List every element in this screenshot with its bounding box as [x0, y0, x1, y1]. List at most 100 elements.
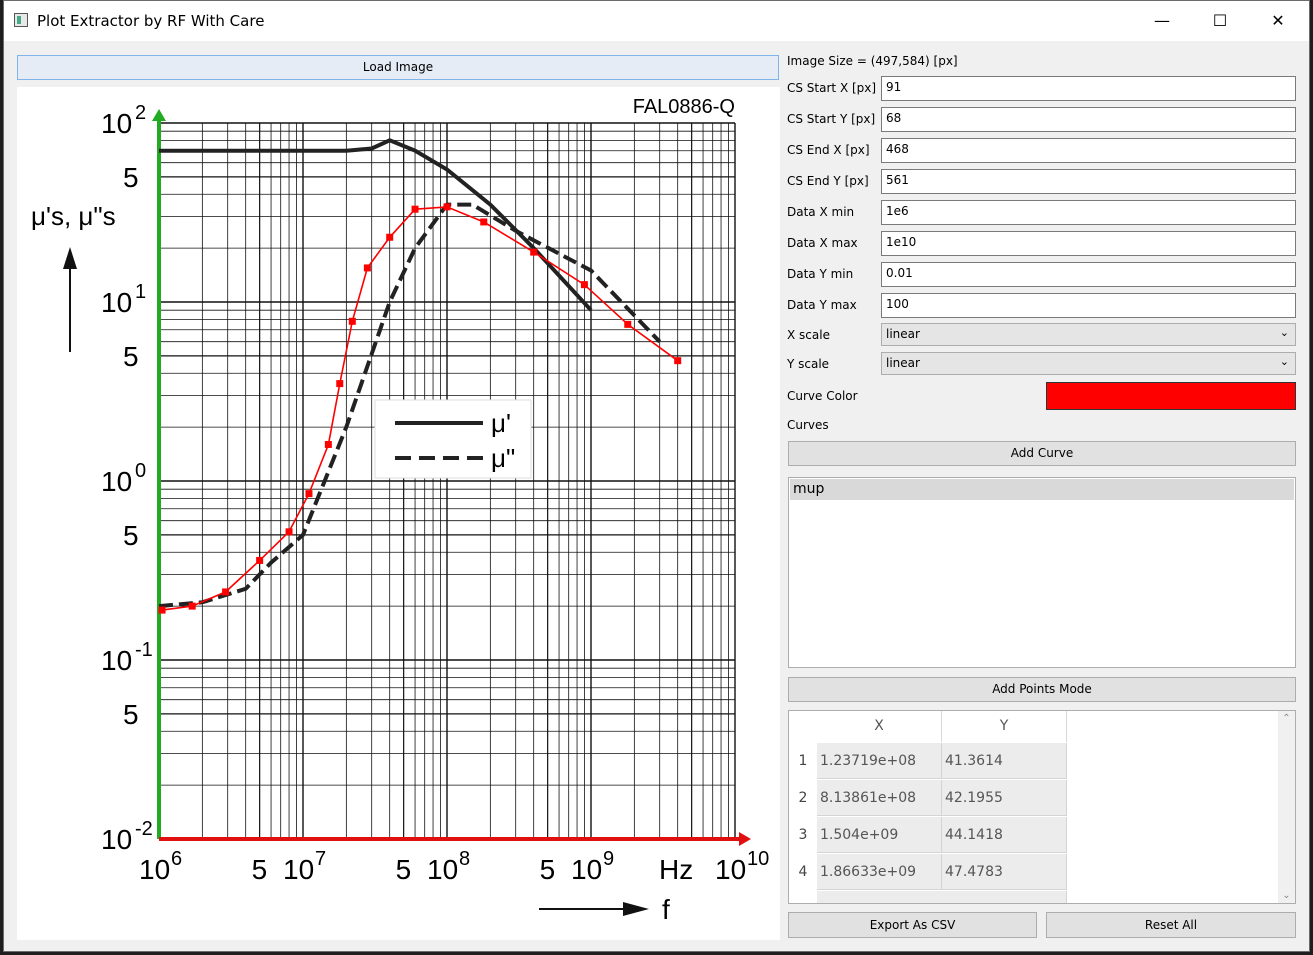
extracted-point	[324, 440, 332, 448]
table-cell-x[interactable]: 1.23719e+08	[817, 743, 942, 779]
row-header[interactable]: 3	[789, 817, 817, 854]
table-cell-x[interactable]: 8.13861e+08	[817, 780, 942, 816]
y-tick-label: 5	[123, 162, 139, 193]
x-tick-label: 10	[715, 854, 746, 885]
image-canvas[interactable]: μ' μ" FAL0886-Q 10 2 5 10 1 5 10 0 5 10 -1 5 10 -2 μ's, μ…	[17, 87, 780, 940]
extracted-point	[386, 233, 394, 241]
field-input[interactable]: 68	[881, 107, 1296, 132]
curves-list[interactable]: mup	[788, 477, 1296, 668]
y-scale-select[interactable]: linear ⌄	[881, 352, 1296, 375]
y-tick-exponent: -2	[135, 818, 153, 840]
extracted-point	[158, 606, 166, 614]
y-tick-label: 10	[101, 824, 132, 855]
extracted-point	[624, 320, 632, 328]
extracted-point	[580, 281, 588, 289]
field-input[interactable]: 561	[881, 169, 1296, 194]
reset-all-button[interactable]: Reset All	[1046, 912, 1296, 938]
image-logo: FAL0886-Q	[633, 96, 735, 118]
x-tick-exponent: 10	[747, 848, 769, 870]
extracted-point	[411, 205, 419, 213]
x-scale-value: linear	[886, 327, 920, 341]
curve-color-button[interactable]	[1046, 382, 1296, 410]
x-axis-arrow-icon	[739, 832, 751, 846]
maximize-button[interactable]: ☐	[1191, 1, 1249, 41]
close-button[interactable]: ✕	[1249, 1, 1307, 41]
y-tick-label: 5	[123, 699, 139, 730]
table-cell-y[interactable]: 44.1418	[942, 817, 1067, 853]
field-label: Data Y max	[787, 298, 857, 312]
table-cell-x[interactable]: 1.504e+09	[817, 817, 942, 853]
image-size-label: Image Size = (497,584) [px]	[787, 54, 958, 68]
x-tick-label: 10	[139, 854, 170, 885]
x-tick-exponent: 6	[171, 848, 182, 870]
mu-prime-curve	[159, 138, 593, 312]
y-tick-exponent: -1	[135, 639, 153, 661]
row-header[interactable]: 1	[789, 743, 817, 780]
add-points-mode-button[interactable]: Add Points Mode	[788, 677, 1296, 702]
points-table[interactable]: X Y 1 1.23719e+08 41.3614 2 8.13861e+08 42.19…	[788, 710, 1296, 904]
y-tick-label: 10	[101, 466, 132, 497]
table-cell-y[interactable]: 41.3614	[942, 743, 1067, 779]
field-label: CS End Y [px]	[787, 174, 869, 188]
x-tick-exponent: 7	[315, 848, 326, 870]
table-scrollbar[interactable]: ⌃ ⌄	[1278, 711, 1295, 903]
y-axis-label: μ's, μ"s	[31, 201, 116, 231]
y-axis-arrow-icon	[152, 109, 166, 121]
field-input[interactable]: 1e10	[881, 231, 1296, 256]
legend-label-mu-prime: μ'	[491, 408, 511, 438]
y-tick-label: 10	[101, 645, 132, 676]
field-input[interactable]: 100	[881, 293, 1296, 318]
field-label: CS End X [px]	[787, 143, 870, 157]
y-scale-value: linear	[886, 356, 920, 370]
x-axis-label: f	[662, 894, 670, 925]
y-tick-exponent: 2	[135, 102, 146, 124]
row-header[interactable]: 4	[789, 854, 817, 891]
field-input[interactable]: 1e6	[881, 200, 1296, 225]
x-tick-label: 10	[427, 854, 458, 885]
x-tick-label: 5	[396, 854, 412, 885]
add-curve-button[interactable]: Add Curve	[788, 441, 1296, 466]
scroll-up-icon[interactable]: ⌃	[1278, 713, 1295, 724]
up-arrow-icon	[63, 247, 77, 269]
x-tick-label: 5	[540, 854, 556, 885]
x-tick-exponent: 9	[603, 848, 614, 870]
window-title: Plot Extractor by RF With Care	[37, 12, 265, 30]
table-cell-x[interactable]: 1.86633e+09	[817, 854, 942, 890]
y-tick-exponent: 0	[135, 460, 146, 482]
legend-label-mu-double-prime: μ"	[491, 443, 515, 473]
table-cell-y[interactable]: 42.1955	[942, 780, 1067, 816]
x-scale-select[interactable]: linear ⌄	[881, 323, 1296, 346]
chevron-down-icon: ⌄	[1279, 326, 1289, 339]
column-header-y[interactable]: Y	[942, 711, 1067, 742]
y-tick-label: 5	[123, 520, 139, 551]
extracted-point	[305, 490, 313, 498]
field-input[interactable]: 0.01	[881, 262, 1296, 287]
scroll-down-icon[interactable]: ⌄	[1278, 890, 1295, 901]
field-input[interactable]: 91	[881, 76, 1296, 101]
field-label: Data X min	[787, 205, 855, 219]
extracted-point	[348, 317, 356, 325]
title-bar: Plot Extractor by RF With Care — ☐ ✕	[4, 1, 1309, 41]
x-tick-exponent: 8	[459, 848, 470, 870]
minimize-button[interactable]: —	[1133, 1, 1191, 41]
extracted-point	[363, 264, 371, 272]
extracted-point	[188, 602, 196, 610]
column-header-x[interactable]: X	[817, 711, 942, 742]
export-csv-button[interactable]: Export As CSV	[788, 912, 1037, 938]
field-input[interactable]: 468	[881, 138, 1296, 163]
field-label: Data X max	[787, 236, 858, 250]
extracted-point	[480, 218, 488, 226]
field-label: CS Start X [px]	[787, 81, 877, 95]
extracted-point	[530, 248, 538, 256]
field-label: CS Start Y [px]	[787, 112, 876, 126]
load-image-button[interactable]: Load Image	[17, 55, 779, 80]
x-tick-label: 5	[252, 854, 268, 885]
table-cell-y[interactable]: 47.4783	[942, 854, 1067, 890]
y-tick-label: 5	[123, 341, 139, 372]
row-header[interactable]: 2	[789, 780, 817, 817]
list-item[interactable]: mup	[790, 479, 1294, 500]
plot-svg[interactable]: μ'μ"FAL0886-Q10 2510 1510 0510 -1510 -2μ's, μ…	[17, 87, 780, 940]
x-tick-label: Hz	[659, 854, 693, 885]
extracted-point	[443, 203, 451, 211]
x-tick-label: 10	[283, 854, 314, 885]
